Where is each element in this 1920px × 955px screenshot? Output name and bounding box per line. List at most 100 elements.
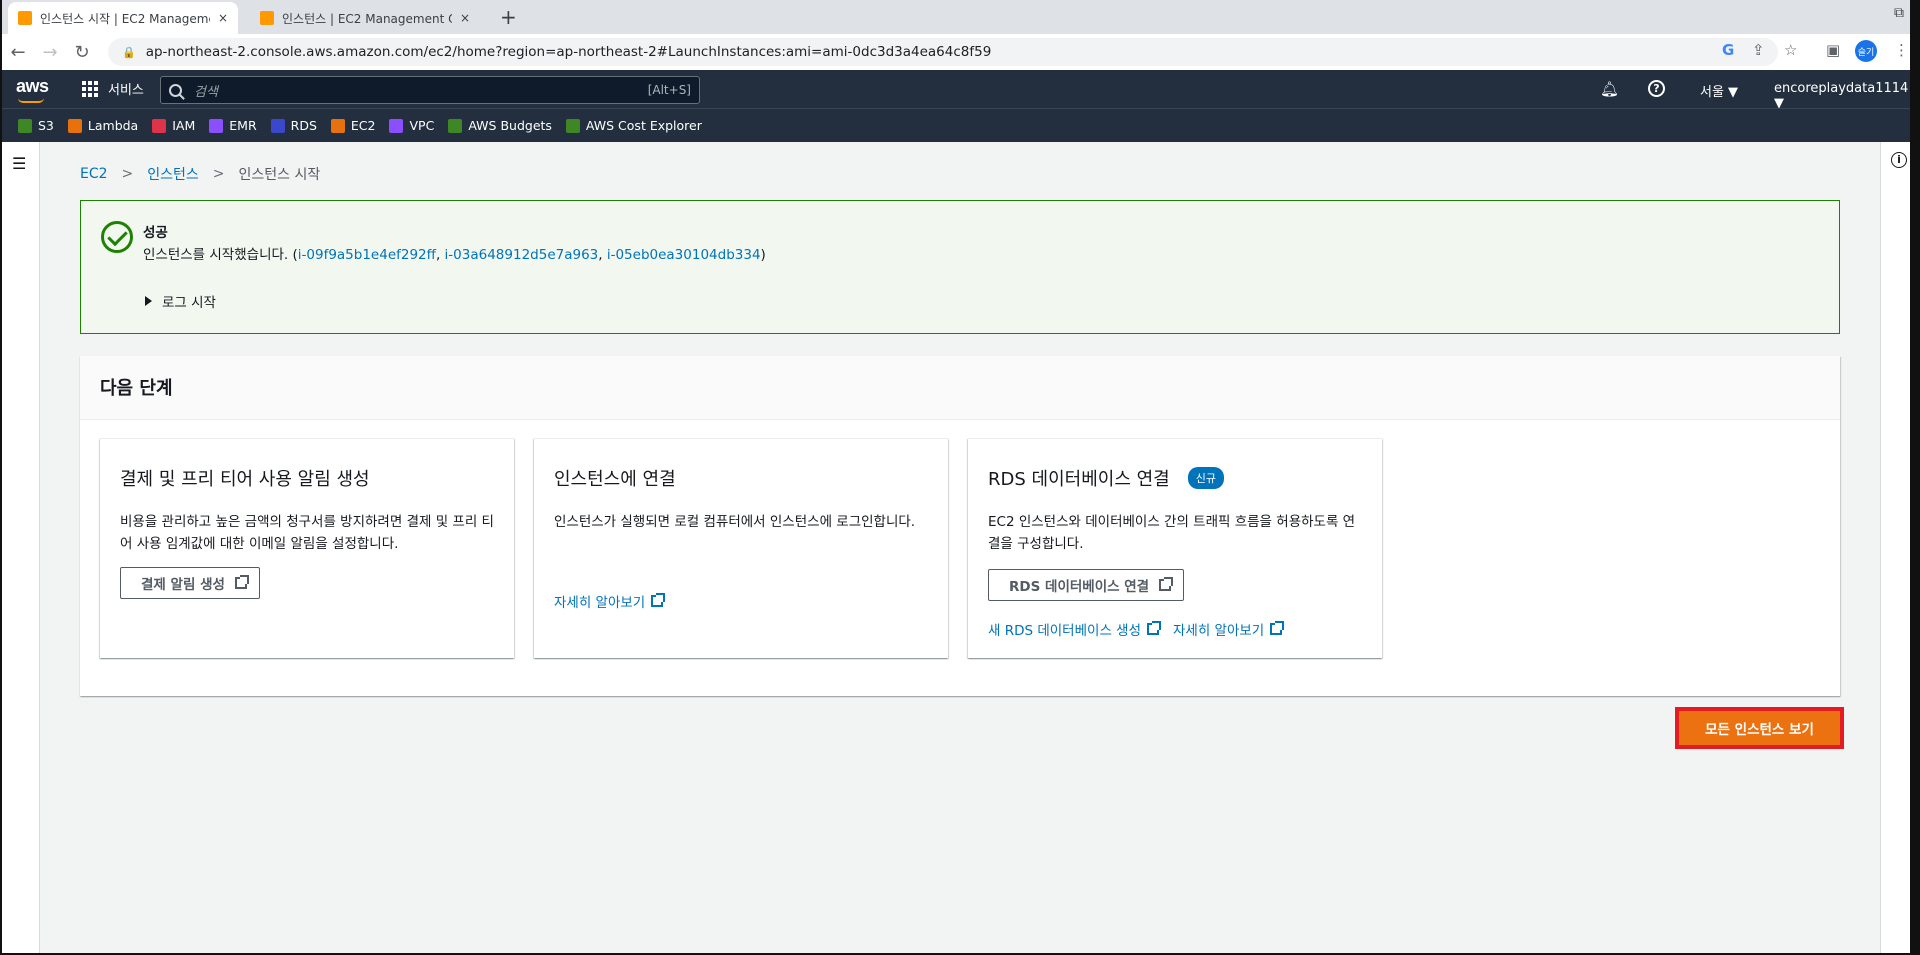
favorite-cost-explorer[interactable]: AWS Cost Explorer: [565, 118, 702, 133]
breadcrumb-ec2[interactable]: EC2: [80, 166, 108, 182]
check-circle-icon: [101, 221, 133, 253]
favorite-label: RDS: [290, 118, 317, 133]
back-arrow-icon[interactable]: ←: [4, 42, 32, 63]
search-placeholder: 검색: [194, 84, 218, 100]
side-panel-icon[interactable]: ▣: [1826, 41, 1840, 59]
instance-id-link[interactable]: i-05eb0ea30104db334: [607, 247, 761, 263]
external-link-icon: [1147, 621, 1161, 635]
right-help-rail: i: [1880, 142, 1920, 955]
breadcrumb-current: 인스턴스 시작: [238, 167, 321, 183]
info-icon[interactable]: i: [1891, 152, 1907, 168]
tab-close-icon[interactable]: ×: [460, 11, 470, 25]
aws-top-nav: aws 서비스 검색 [Alt+S] 🔔︎ ? 서울 ▼ encoreplayd…: [0, 70, 1920, 111]
launch-log-label: 로그 시작: [162, 295, 216, 311]
card-description: 인스턴스가 실행되면 로컬 컴퓨터에서 인스턴스에 로그인합니다.: [554, 514, 916, 530]
favorite-label: EC2: [350, 118, 376, 133]
tab-title: 인스턴스 시작 | EC2 Management C: [40, 11, 210, 26]
card-description: 비용을 관리하고 높은 금액의 청구서를 방지하려면 결제 및 프리 티어 사용…: [120, 514, 494, 552]
tab-close-icon[interactable]: ×: [218, 11, 228, 25]
reload-icon[interactable]: ↻: [68, 42, 96, 63]
external-link-icon: [651, 593, 666, 607]
create-billing-alert-button[interactable]: 결제 알림 생성: [120, 567, 260, 599]
browser-tab-instances[interactable]: 인스턴스 | EC2 Management Co ×: [250, 2, 480, 34]
notification-bell-icon[interactable]: 🔔︎: [1600, 80, 1619, 98]
learn-more-link[interactable]: 자세히 알아보기: [554, 591, 666, 611]
link-label: 자세히 알아보기: [554, 595, 646, 611]
favorite-budgets[interactable]: AWS Budgets: [448, 118, 552, 133]
forward-arrow-icon[interactable]: →: [36, 42, 64, 63]
more-menu-icon[interactable]: ⋮: [1894, 41, 1909, 59]
favorites-bar: S3 Lambda IAM EMR RDS EC2 VPC AWS Budget…: [0, 108, 1920, 142]
learn-more-link[interactable]: 자세히 알아보기: [1173, 619, 1285, 639]
external-link-icon: [234, 575, 249, 589]
browser-toolbar: ← → ↻ 🔒 ap-northeast-2.console.aws.amazo…: [0, 34, 1920, 70]
new-tab-button[interactable]: +: [500, 5, 517, 29]
favorite-ec2[interactable]: EC2: [330, 118, 376, 133]
grid-icon: [82, 80, 98, 97]
launch-log-toggle[interactable]: 로그 시작: [145, 291, 216, 311]
card-title: 인스턴스에 연결: [554, 469, 676, 490]
button-label: RDS 데이터베이스 연결: [1009, 579, 1150, 595]
favorite-label: EMR: [229, 118, 257, 133]
alert-message-suffix: ): [760, 247, 766, 263]
favorite-lambda[interactable]: Lambda: [67, 118, 138, 133]
link-label: 자세히 알아보기: [1173, 623, 1265, 639]
search-input[interactable]: 검색 [Alt+S]: [160, 76, 700, 104]
url-text: ap-northeast-2.console.aws.amazon.com/ec…: [145, 44, 992, 60]
hamburger-menu-icon[interactable]: ☰: [12, 154, 26, 173]
favorite-label: S3: [38, 118, 54, 133]
window-controls-icon[interactable]: ⧉: [1894, 5, 1904, 21]
external-link-icon: [1159, 577, 1174, 591]
iam-icon: [152, 118, 167, 133]
instance-id-link[interactable]: i-03a648912d5e7a963: [445, 247, 599, 263]
vpc-icon: [389, 118, 404, 133]
address-bar[interactable]: 🔒 ap-northeast-2.console.aws.amazon.com/…: [108, 38, 1778, 66]
favorite-label: AWS Budgets: [468, 118, 552, 133]
search-shortcut: [Alt+S]: [647, 83, 691, 97]
share-icon[interactable]: ⇪: [1752, 41, 1765, 59]
alert-title: 성공: [143, 225, 168, 241]
cost-explorer-icon: [565, 118, 580, 133]
card-title: RDS 데이터베이스 연결: [988, 469, 1170, 490]
connect-rds-button[interactable]: RDS 데이터베이스 연결: [988, 569, 1185, 601]
chevron-right-icon: >: [121, 166, 134, 182]
services-menu-button[interactable]: 서비스: [82, 79, 144, 98]
favorite-label: VPC: [409, 118, 435, 133]
favorite-rds[interactable]: RDS: [270, 118, 317, 133]
google-icon[interactable]: G: [1722, 41, 1734, 59]
browser-tab-launch[interactable]: 인스턴스 시작 | EC2 Management C ×: [8, 2, 239, 34]
success-alert: 성공 인스턴스를 시작했습니다. (i-09f9a5b1e4ef292ff, i…: [80, 200, 1840, 334]
next-steps-panel: 다음 단계 결제 및 프리 티어 사용 알림 생성 비용을 관리하고 높은 금액…: [80, 356, 1840, 696]
profile-avatar[interactable]: 슬기: [1855, 40, 1877, 62]
chevron-right-icon: >: [212, 166, 225, 182]
favorite-vpc[interactable]: VPC: [389, 118, 434, 133]
aws-favicon-icon: [18, 11, 32, 25]
region-selector[interactable]: 서울 ▼: [1700, 81, 1738, 100]
button-label: 결제 알림 생성: [141, 577, 225, 593]
create-rds-link[interactable]: 새 RDS 데이터베이스 생성: [988, 619, 1161, 639]
favorite-label: AWS Cost Explorer: [585, 118, 702, 133]
caret-right-icon: [145, 296, 152, 306]
lock-icon: 🔒: [122, 45, 136, 59]
favorite-emr[interactable]: EMR: [209, 118, 257, 133]
aws-logo[interactable]: aws: [16, 76, 49, 97]
help-icon[interactable]: ?: [1648, 80, 1665, 97]
tab-title: 인스턴스 | EC2 Management Co: [282, 11, 452, 26]
favorite-iam[interactable]: IAM: [152, 118, 195, 133]
external-link-icon: [1270, 621, 1285, 635]
favorite-s3[interactable]: S3: [18, 118, 54, 133]
breadcrumb-instances[interactable]: 인스턴스: [147, 164, 199, 184]
billing-alert-card: 결제 및 프리 티어 사용 알림 생성 비용을 관리하고 높은 금액의 청구서를…: [100, 438, 514, 658]
instance-id-link[interactable]: i-09f9a5b1e4ef292ff: [298, 247, 436, 263]
account-menu[interactable]: encoreplaydata1114 ▼: [1774, 81, 1920, 111]
view-all-instances-button[interactable]: 모든 인스턴스 보기: [1675, 707, 1844, 749]
aws-favicon-icon: [260, 11, 274, 25]
card-links: 새 RDS 데이터베이스 생성 자세히 알아보기: [988, 619, 1285, 639]
bookmark-star-icon[interactable]: ☆: [1784, 41, 1797, 59]
browser-tab-strip: 인스턴스 시작 | EC2 Management C × 인스턴스 | EC2 …: [0, 0, 1920, 34]
card-title-row: RDS 데이터베이스 연결 신규: [988, 465, 1362, 491]
link-label: 새 RDS 데이터베이스 생성: [988, 623, 1141, 639]
emr-icon: [209, 118, 224, 133]
lambda-icon: [67, 118, 82, 133]
alert-message-prefix: 인스턴스를 시작했습니다. (: [143, 247, 298, 263]
